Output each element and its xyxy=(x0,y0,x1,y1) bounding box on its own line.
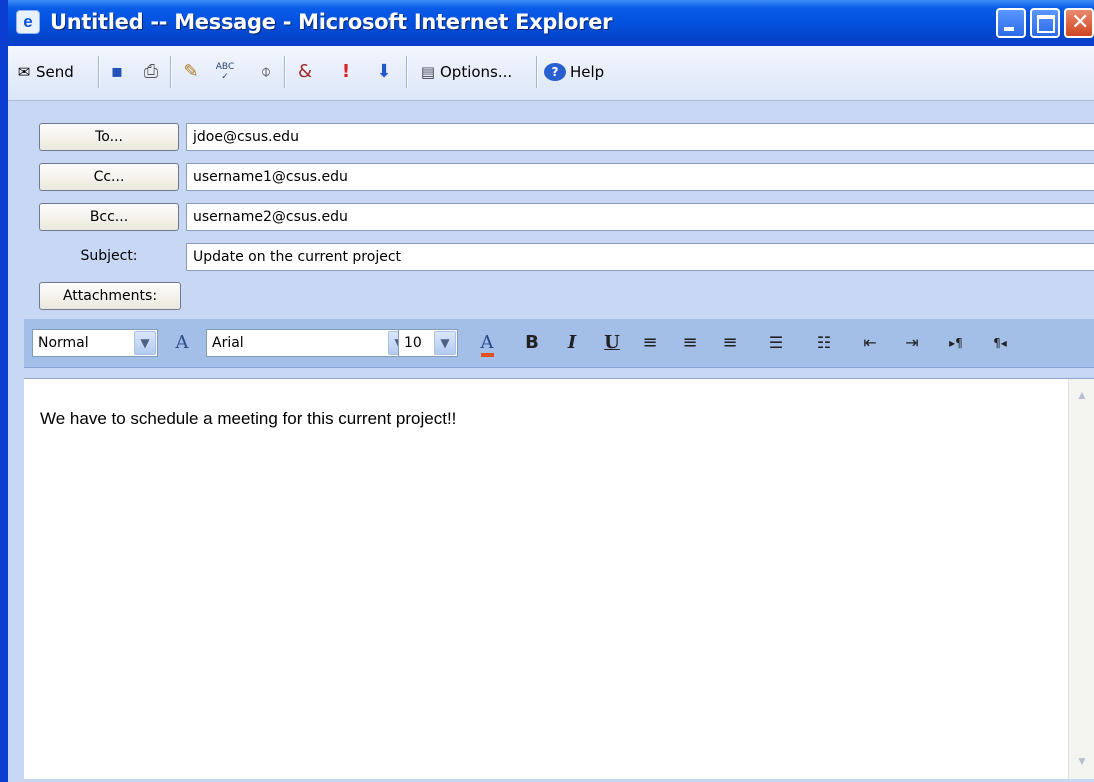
ltr-button[interactable]: ▸¶ xyxy=(944,329,968,357)
sign-button[interactable]: & xyxy=(292,56,318,88)
save-icon: ▪ xyxy=(110,61,124,82)
message-text: We have to schedule a meeting for this c… xyxy=(40,409,457,428)
to-button-label: To... xyxy=(95,129,123,145)
cc-field[interactable]: username1@csus.edu xyxy=(186,163,1094,191)
maximize-icon xyxy=(1037,15,1055,33)
align-center-button[interactable]: ≡ xyxy=(678,329,702,357)
toolbar-separator xyxy=(536,56,538,88)
size-select[interactable]: 10 ▼ xyxy=(398,329,458,357)
align-center-icon: ≡ xyxy=(682,332,698,353)
scroll-up-icon[interactable]: ▲ xyxy=(1072,385,1092,405)
align-left-icon: ≡ xyxy=(642,332,658,353)
align-left-button[interactable]: ≡ xyxy=(638,329,662,357)
bullets-button[interactable]: ☰ xyxy=(764,329,788,357)
to-field[interactable]: jdoe@csus.edu xyxy=(186,123,1094,151)
to-button[interactable]: To... xyxy=(39,123,179,151)
send-label: Send xyxy=(36,63,74,81)
cc-button[interactable]: Cc... xyxy=(39,163,179,191)
bcc-button-label: Bcc... xyxy=(89,209,129,225)
font-select-value: Arial xyxy=(212,335,244,351)
attach-icon: ⌽ xyxy=(260,61,272,82)
close-icon: ✕ xyxy=(1071,10,1090,35)
attach-button[interactable]: ⌽ xyxy=(256,56,276,88)
formatting-toolbar: Normal ▼ A Arial ▼ 10 ▼ A B I U ≡ ≡ ≡ ☰ … xyxy=(24,318,1094,368)
increase-indent-button[interactable]: ⇥ xyxy=(900,329,924,357)
subject-field[interactable]: Update on the current project xyxy=(186,243,1094,271)
help-icon: ? xyxy=(544,63,566,81)
font-color-button[interactable]: A xyxy=(474,329,500,357)
subject-label: Subject: xyxy=(80,248,138,264)
send-icon: ✉ xyxy=(17,63,31,81)
bcc-button[interactable]: Bcc... xyxy=(39,203,179,231)
rtl-button[interactable]: ¶◂ xyxy=(988,329,1012,357)
font-select[interactable]: Arial ▼ xyxy=(206,329,412,357)
help-button[interactable]: ? Help xyxy=(544,56,604,88)
attachments-button[interactable]: Attachments: xyxy=(39,282,181,310)
style-select-value: Normal xyxy=(38,335,89,351)
close-button[interactable]: ✕ xyxy=(1064,8,1094,38)
options-button[interactable]: ▤ Options... xyxy=(416,56,512,88)
left-to-right-icon: ▸¶ xyxy=(949,336,963,350)
font-color-icon: A xyxy=(480,333,494,357)
window-title: Untitled -- Message - Microsoft Internet… xyxy=(50,10,613,34)
high-priority-button[interactable]: ! xyxy=(336,56,356,88)
help-label: Help xyxy=(570,63,605,81)
print-button[interactable]: ⎙ xyxy=(138,56,164,88)
toolbar-separator xyxy=(406,56,408,88)
bcc-field[interactable]: username2@csus.edu xyxy=(186,203,1094,231)
spell-label: ABC xyxy=(215,62,235,72)
italic-button[interactable]: I xyxy=(560,329,584,357)
numbered-list-icon: ☷ xyxy=(816,333,832,352)
sign-icon: & xyxy=(297,61,313,82)
save-button[interactable]: ▪ xyxy=(104,56,130,88)
spell-check-button[interactable]: ABC ✓ xyxy=(212,56,238,88)
chevron-down-icon: ▼ xyxy=(434,331,456,355)
address-book-button[interactable]: ✎ xyxy=(178,56,204,88)
chevron-down-icon: ▼ xyxy=(134,331,156,355)
numbering-button[interactable]: ☷ xyxy=(812,329,836,357)
low-priority-icon: ⬇ xyxy=(376,61,392,82)
minimize-button[interactable] xyxy=(996,8,1026,38)
high-priority-icon: ! xyxy=(341,61,351,82)
align-right-button[interactable]: ≡ xyxy=(718,329,742,357)
main-toolbar: ✉ Send ▪ ⎙ ✎ ABC ✓ ⌽ & ! ⬇ ▤ Options... ?… xyxy=(8,46,1094,101)
cc-button-label: Cc... xyxy=(93,169,125,185)
toolbar-separator xyxy=(170,56,172,88)
low-priority-button[interactable]: ⬇ xyxy=(374,56,394,88)
increase-indent-icon: ⇥ xyxy=(905,333,919,352)
message-body[interactable]: We have to schedule a meeting for this c… xyxy=(24,378,1094,779)
address-book-icon: ✎ xyxy=(183,61,199,82)
scroll-down-icon[interactable]: ▼ xyxy=(1072,751,1092,771)
vertical-scrollbar[interactable]: ▲ ▼ xyxy=(1068,379,1094,779)
underline-button[interactable]: U xyxy=(600,329,624,357)
right-to-left-icon: ¶◂ xyxy=(993,336,1007,350)
bold-button[interactable]: B xyxy=(520,329,544,357)
font-icon: A xyxy=(175,332,189,353)
ie-message-icon: e xyxy=(16,10,40,34)
options-label: Options... xyxy=(440,63,513,81)
send-button[interactable]: ✉ Send xyxy=(12,56,74,88)
options-icon: ▤ xyxy=(420,63,436,81)
style-select[interactable]: Normal ▼ xyxy=(32,329,158,357)
minimize-icon xyxy=(1004,27,1014,31)
maximize-button[interactable] xyxy=(1030,8,1060,38)
decrease-indent-button[interactable]: ⇤ xyxy=(858,329,882,357)
spell-check-icon: ABC ✓ xyxy=(215,62,235,82)
attachments-button-label: Attachments: xyxy=(62,288,158,304)
toolbar-separator xyxy=(284,56,286,88)
decrease-indent-icon: ⇤ xyxy=(863,333,877,352)
bullet-list-icon: ☰ xyxy=(768,333,784,352)
print-icon: ⎙ xyxy=(143,61,159,82)
toolbar-separator xyxy=(98,56,100,88)
title-bar[interactable]: e Untitled -- Message - Microsoft Intern… xyxy=(8,0,1094,46)
size-select-value: 10 xyxy=(404,335,422,351)
align-right-icon: ≡ xyxy=(722,332,738,353)
